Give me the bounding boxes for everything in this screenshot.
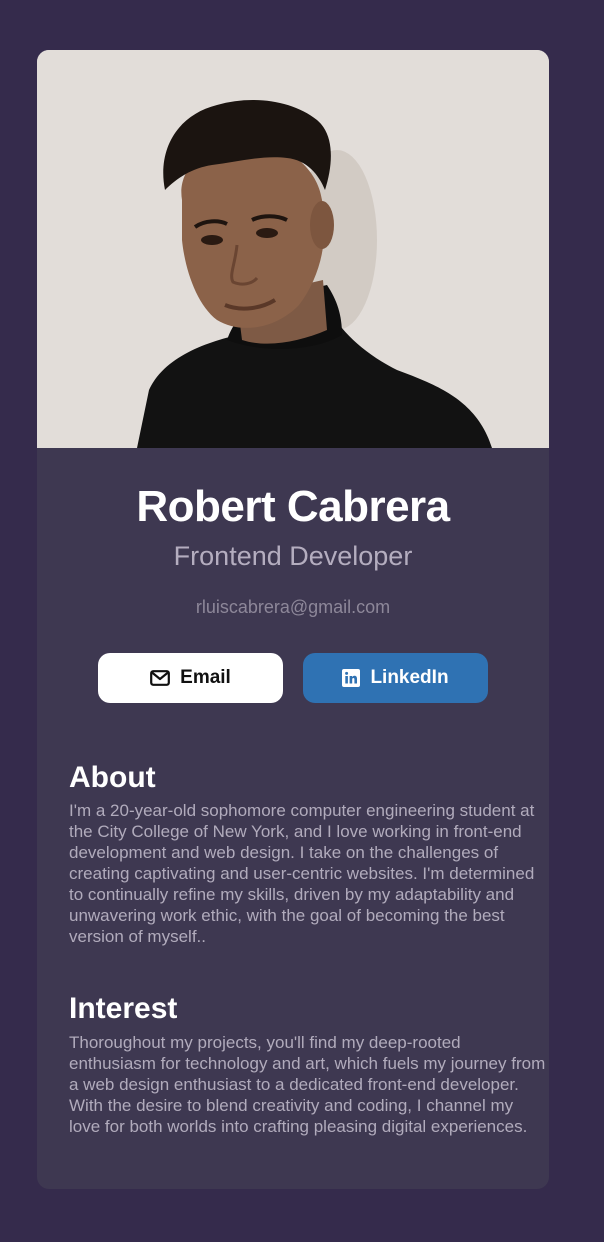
about-heading: About [69,761,156,794]
email-button[interactable]: Email [98,653,283,703]
linkedin-button-label: LinkedIn [370,667,449,688]
interest-heading: Interest [69,992,178,1025]
linkedin-button[interactable]: LinkedIn [303,653,488,703]
profile-photo [37,50,549,448]
profile-photo-illustration [37,50,549,448]
profile-card: Robert Cabrera Frontend Developer rluisc… [37,50,549,1189]
profile-name: Robert Cabrera [136,482,450,531]
profile-email: rluiscabrera@gmail.com [195,597,391,617]
about-text: I'm a 20-year-old sophomore computer eng… [69,801,535,946]
email-button-label: Email [180,667,231,688]
mail-icon [150,670,171,686]
interest-text: Thoroughout my projects, you'll find my … [69,1033,546,1136]
profile-role: Frontend Developer [173,541,413,571]
linkedin-icon [342,669,361,687]
